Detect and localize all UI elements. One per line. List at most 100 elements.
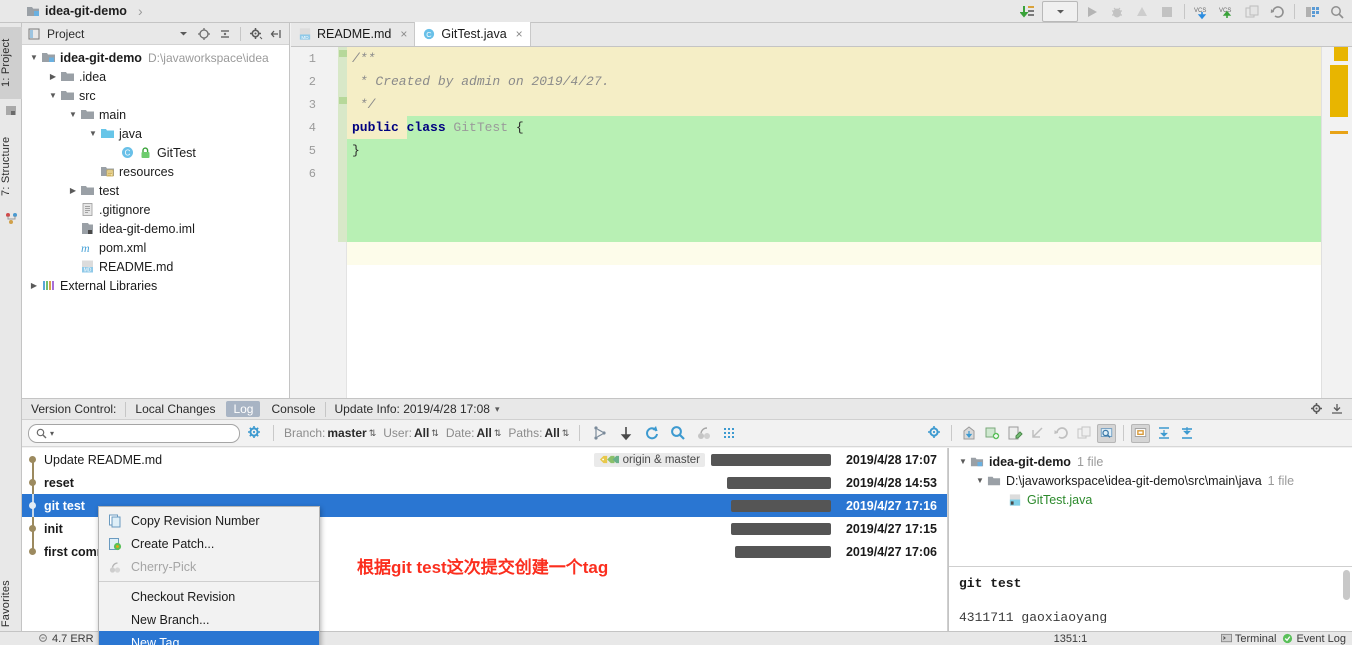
go-to-child-icon[interactable] <box>616 424 635 443</box>
expand-collapse-icon[interactable] <box>217 26 233 42</box>
status-caret-position[interactable]: 1351:1 <box>1054 633 1088 645</box>
chevron-down-icon[interactable]: ▼ <box>87 129 99 138</box>
vcs-change-marker[interactable] <box>338 47 347 242</box>
chevron-down-icon[interactable]: ▼ <box>28 53 40 62</box>
search-icon[interactable] <box>668 424 687 443</box>
menu-item-new-branch[interactable]: New Branch... <box>99 608 319 631</box>
revert-icon[interactable] <box>1051 424 1070 443</box>
panel-divider[interactable] <box>948 448 949 645</box>
chevron-down-icon[interactable]: ▾ <box>495 404 500 415</box>
chevron-right-icon[interactable]: ▶ <box>47 72 59 81</box>
vcs-compare-icon[interactable] <box>1241 1 1263 22</box>
editor-error-stripe[interactable] <box>1321 47 1352 398</box>
gear-icon[interactable] <box>248 26 264 42</box>
stripe-marker[interactable] <box>1334 47 1348 61</box>
git-pull-icon[interactable] <box>959 424 978 443</box>
status-event-log[interactable]: Event Log <box>1282 633 1346 645</box>
menu-item-new-tag[interactable]: New Tag... <box>99 631 319 645</box>
close-icon[interactable]: × <box>400 27 407 41</box>
breadcrumb[interactable]: idea-git-demo › <box>0 3 143 19</box>
table-row[interactable]: Update README.md origin & master 2019/4/… <box>22 448 947 471</box>
vcs-commit-icon[interactable]: VCS <box>1216 1 1238 22</box>
sidebar-item-structure[interactable]: 7: Structure <box>0 123 22 209</box>
tab-readme-md[interactable]: MD README.md × <box>291 22 416 46</box>
locate-icon[interactable] <box>196 26 212 42</box>
chevron-down-icon[interactable] <box>175 26 191 42</box>
project-tree[interactable]: ▼ idea-git-demo D:\javaworkspace\idea ▶ … <box>22 45 289 295</box>
chevron-down-icon[interactable]: ▼ <box>974 476 986 485</box>
stripe-marker[interactable] <box>1330 65 1348 117</box>
preview-diff-icon[interactable] <box>1097 423 1116 443</box>
search-input[interactable]: ▾ <box>28 423 240 443</box>
tab-log[interactable]: Log <box>226 401 261 417</box>
chevron-right-icon[interactable]: ▶ <box>67 186 79 195</box>
tree-row[interactable]: m pom.xml <box>22 238 289 257</box>
fold-marker-start[interactable] <box>339 50 347 57</box>
code-editor[interactable]: 1 2 3 4 5 6 /** * Created by admin on 20… <box>291 47 1352 398</box>
stop-icon[interactable] <box>1156 1 1178 22</box>
show-details-icon[interactable] <box>1131 423 1150 443</box>
chevron-down-icon[interactable]: ▼ <box>957 457 969 466</box>
tree-row[interactable]: ▼ main <box>22 105 289 124</box>
run-icon[interactable] <box>1081 1 1103 22</box>
stripe-marker[interactable] <box>1330 131 1348 134</box>
code-text[interactable]: /** * Created by admin on 2019/4/27. */ … <box>347 47 1321 398</box>
tree-row[interactable]: idea-git-demo.iml <box>22 219 289 238</box>
tab-update-info[interactable]: Update Info: 2019/4/28 17:08 ▾ <box>326 399 509 420</box>
branch-ref-label[interactable]: origin & master <box>593 452 705 467</box>
settings-layout-icon[interactable] <box>1301 1 1323 22</box>
intellisort-icon[interactable] <box>720 424 739 443</box>
context-menu[interactable]: Copy Revision Number Create Patch... Che… <box>98 506 320 645</box>
chevron-down-icon[interactable]: ▼ <box>47 91 59 100</box>
menu-item-create-patch[interactable]: Create Patch... <box>99 532 319 555</box>
search-everywhere-icon[interactable] <box>1326 1 1348 22</box>
status-inspection[interactable]: 4.7 ERR <box>38 633 94 645</box>
diff-icon[interactable] <box>1028 424 1047 443</box>
filter-branch[interactable]: Branch: master ⇅ <box>284 426 376 440</box>
refresh-icon[interactable] <box>642 424 661 443</box>
menu-item-copy-revision-number[interactable]: Copy Revision Number <box>99 509 319 532</box>
tree-row[interactable]: ▶ test <box>22 181 289 200</box>
tree-row[interactable]: ▼ idea-git-demo D:\javaworkspace\idea <box>22 48 289 67</box>
tree-row[interactable]: ▶ .idea <box>22 67 289 86</box>
hide-icon[interactable] <box>1330 402 1344 416</box>
git-commit-icon[interactable] <box>1005 424 1024 443</box>
tab-local-changes[interactable]: Local Changes <box>126 399 224 420</box>
cherry-pick-icon[interactable] <box>694 424 713 443</box>
tree-row[interactable]: GitTest.java <box>949 490 1352 509</box>
debug-icon[interactable] <box>1106 1 1128 22</box>
collapse-all-icon[interactable] <box>1177 424 1196 443</box>
expand-all-icon[interactable] <box>1154 424 1173 443</box>
tree-row[interactable]: ▼ src <box>22 86 289 105</box>
run-config-dropdown[interactable] <box>1042 1 1078 22</box>
scrollbar-thumb[interactable] <box>1343 570 1350 600</box>
filter-paths[interactable]: Paths: All ⇅ <box>508 426 569 440</box>
gear-icon[interactable] <box>1310 402 1324 416</box>
vcs-update-icon[interactable]: VCS <box>1191 1 1213 22</box>
tree-row[interactable]: C GitTest <box>22 143 289 162</box>
chevron-right-icon[interactable]: ▶ <box>28 281 40 290</box>
chevron-down-icon[interactable]: ▾ <box>50 429 54 438</box>
search-field[interactable] <box>57 427 232 439</box>
menu-item-checkout-revision[interactable]: Checkout Revision <box>99 585 319 608</box>
tree-row[interactable]: ▼ java <box>22 124 289 143</box>
changed-files-tree[interactable]: ▼ idea-git-demo 1 file ▼ D:\javaworkspac… <box>949 448 1352 513</box>
editor-gutter[interactable]: 1 2 3 4 5 6 <box>291 47 347 398</box>
tree-row[interactable]: ▶ External Libraries <box>22 276 289 295</box>
tree-row[interactable]: ▼ D:\javaworkspace\idea-git-demo\src\mai… <box>949 471 1352 490</box>
compare-icon[interactable] <box>1074 424 1093 443</box>
gear-icon[interactable] <box>925 424 944 443</box>
filter-user[interactable]: User: All ⇅ <box>383 426 439 440</box>
vcs-rollback-icon[interactable] <box>1266 1 1288 22</box>
table-row[interactable]: reset 2019/4/28 14:53 <box>22 471 947 494</box>
tree-row[interactable]: resources <box>22 162 289 181</box>
coverage-icon[interactable] <box>1131 1 1153 22</box>
status-terminal[interactable]: Terminal <box>1220 633 1276 645</box>
update-project-icon[interactable] <box>1017 1 1039 22</box>
filter-date[interactable]: Date: All ⇅ <box>446 426 502 440</box>
tree-row[interactable]: MD README.md <box>22 257 289 276</box>
hide-icon[interactable] <box>269 26 285 42</box>
close-icon[interactable]: × <box>516 27 523 41</box>
tab-gittest-java[interactable]: C GitTest.java × <box>415 22 531 46</box>
collapse-graph-icon[interactable] <box>590 424 609 443</box>
